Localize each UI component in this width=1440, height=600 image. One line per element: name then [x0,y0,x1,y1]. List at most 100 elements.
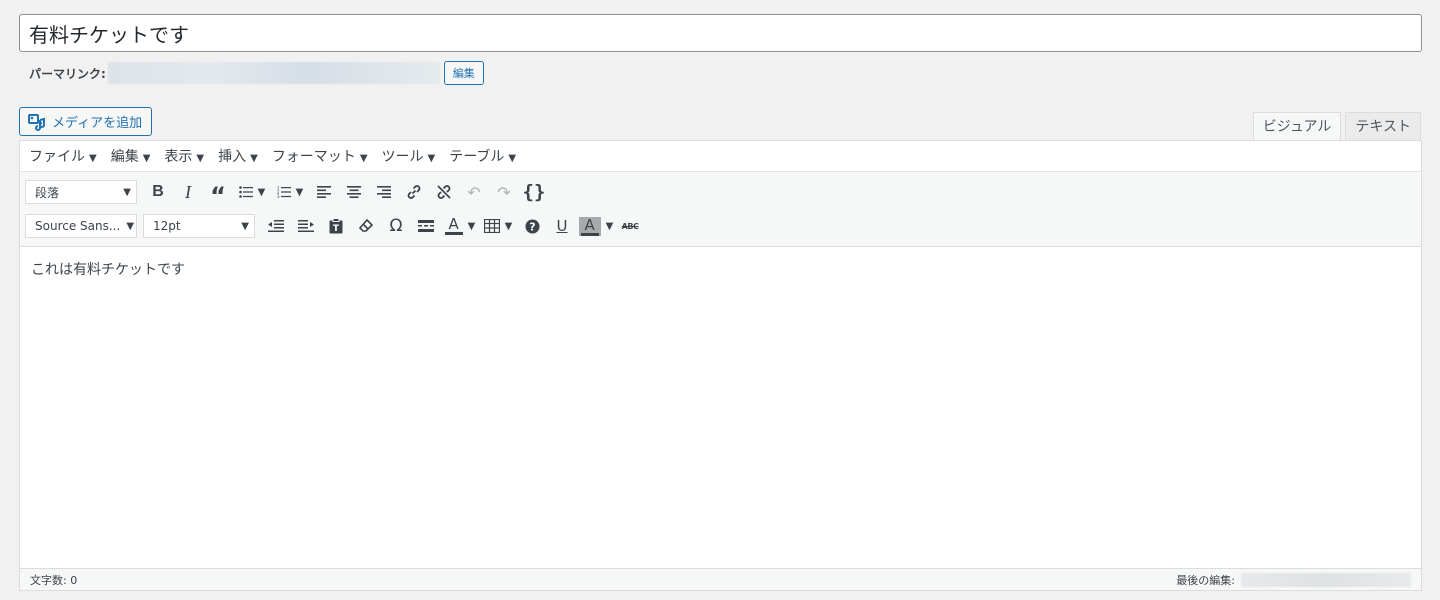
bold-icon: B [152,183,164,200]
numbered-list-button[interactable]: 1 2 3 ▼ [271,177,309,207]
align-right-button[interactable] [369,177,399,207]
italic-button[interactable]: I [173,177,203,207]
tab-text[interactable]: テキスト [1345,112,1421,141]
add-media-button[interactable]: メディアを追加 [19,107,153,136]
font-size-select[interactable]: 12pt ▼ [143,214,255,238]
edit-permalink-button[interactable]: 編集 [443,61,484,85]
chevron-down-icon: ▼ [467,220,476,232]
font-family-select[interactable]: Source Sans... ▼ [25,214,137,238]
title-input[interactable] [19,14,1422,52]
toolbar-row-2: Source Sans... ▼ 12pt ▼ T Ω A ▼ ▼ ? U A ▼ AB… [25,211,645,241]
background-color-button[interactable]: A ▼ [577,211,615,241]
font-size-value: 12pt [153,219,181,233]
menu-format[interactable]: フォーマット ▼ [272,146,368,166]
format-select[interactable]: 段落 ▼ [25,180,137,204]
last-edited-date [1241,572,1411,587]
word-count: 文字数: 0 [30,573,78,587]
svg-text:?: ? [529,220,535,233]
permalink-row: パーマリンク: 編集 [29,59,484,87]
menu-file-label: ファイル [29,149,85,165]
editor-content[interactable]: これは有料チケットです [20,247,1421,546]
align-center-button[interactable] [339,177,369,207]
special-char-icon: Ω [389,216,403,236]
chevron-down-icon: ▼ [250,153,258,164]
add-media-label: メディアを追加 [52,116,143,131]
align-left-button[interactable] [309,177,339,207]
bullet-list-icon [238,186,253,198]
editor-toolbars: 段落 ▼ B I “ ▼ 1 2 3 ▼ ↶ ↷ {} Source Sans... ▼ [20,171,1421,247]
permalink-label: パーマリンク: [29,66,106,81]
link-icon [407,185,421,199]
outdent-button[interactable] [261,211,291,241]
svg-text:3: 3 [277,194,280,198]
help-button[interactable]: ? [517,211,547,241]
tab-visual[interactable]: ビジュアル [1252,112,1342,141]
underline-icon: U [556,217,568,235]
paste-text-button[interactable]: T [321,211,351,241]
editor-statusbar: 文字数: 0 最後の編集: [20,568,1421,590]
insert-read-more-button[interactable] [411,211,441,241]
table-button[interactable]: ▼ [479,211,517,241]
menu-tools-label: ツール [381,149,424,165]
blockquote-button[interactable]: “ [203,177,233,208]
undo-button[interactable]: ↶ [459,177,489,207]
menu-insert[interactable]: 挿入 ▼ [218,146,258,166]
chevron-down-icon: ▼ [359,153,368,164]
editor-menubar: ファイル ▼ 編集 ▼ 表示 ▼ 挿入 ▼ フォーマット ▼ ツール ▼ テーブル ▼ [20,141,1421,171]
menu-table-label: テーブル [449,149,505,165]
clear-format-icon [359,219,373,232]
chevron-down-icon: ▼ [142,153,151,164]
read-more-icon [418,220,434,232]
bullet-list-button[interactable]: ▼ [233,177,271,207]
italic-icon: I [185,181,191,202]
numbered-list-icon: 123 [277,186,291,198]
last-edited: 最後の編集: [1176,572,1411,588]
menu-edit[interactable]: 編集 ▼ [111,146,151,166]
special-character-button[interactable]: Ω [381,211,411,241]
menu-edit-label: 編集 [110,149,139,165]
chevron-down-icon: ▼ [89,153,97,164]
editor-tabs: ビジュアル テキスト [1249,112,1421,141]
underline-button[interactable]: U [547,211,577,241]
chevron-down-icon: ▼ [257,186,266,198]
chevron-down-icon: ▼ [126,220,135,232]
toolbar-row-1: 段落 ▼ B I “ ▼ 1 2 3 ▼ ↶ ↷ {} [25,177,549,208]
redo-icon: ↷ [497,182,511,202]
chevron-down-icon: ▼ [605,220,614,232]
menu-file[interactable]: ファイル ▼ [29,146,97,166]
align-right-icon [377,186,391,198]
paste-text-icon: T [329,218,343,234]
remove-link-button[interactable] [429,177,459,207]
chevron-down-icon: ▼ [196,153,205,164]
menu-tools[interactable]: ツール ▼ [382,146,436,166]
code-braces-icon: {} [522,181,546,203]
media-icon [28,113,46,131]
last-edited-label: 最後の編集: [1176,573,1235,587]
content-paragraph: これは有料チケットです [31,262,185,278]
help-icon: ? [525,219,539,233]
outdent-icon [268,220,284,232]
unlink-icon [437,185,451,199]
strikethrough-icon: ABC [621,221,639,231]
menu-table[interactable]: テーブル ▼ [449,146,516,166]
redo-button[interactable]: ↷ [489,177,519,207]
text-color-button[interactable]: A ▼ [441,211,479,241]
align-center-icon [347,186,361,198]
indent-button[interactable] [291,211,321,241]
editor: ファイル ▼ 編集 ▼ 表示 ▼ 挿入 ▼ フォーマット ▼ ツール ▼ テーブル ▼ 段落 ▼… [19,140,1422,591]
clear-format-button[interactable] [351,211,381,241]
background-color-icon: A [578,216,601,236]
strikethrough-button[interactable]: ABC [615,211,645,241]
insert-link-button[interactable] [399,177,429,207]
table-icon [483,219,500,233]
menu-view[interactable]: 表示 ▼ [164,146,204,166]
bold-button[interactable]: B [143,177,173,207]
menu-insert-label: 挿入 [218,149,247,165]
permalink-url[interactable] [107,62,440,84]
format-select-value: 段落 [35,185,60,200]
chevron-down-icon: ▼ [295,186,304,198]
text-color-icon: A [444,217,463,235]
align-left-icon [317,186,331,198]
code-snippet-button[interactable]: {} [519,177,549,207]
svg-text:T: T [333,224,340,234]
